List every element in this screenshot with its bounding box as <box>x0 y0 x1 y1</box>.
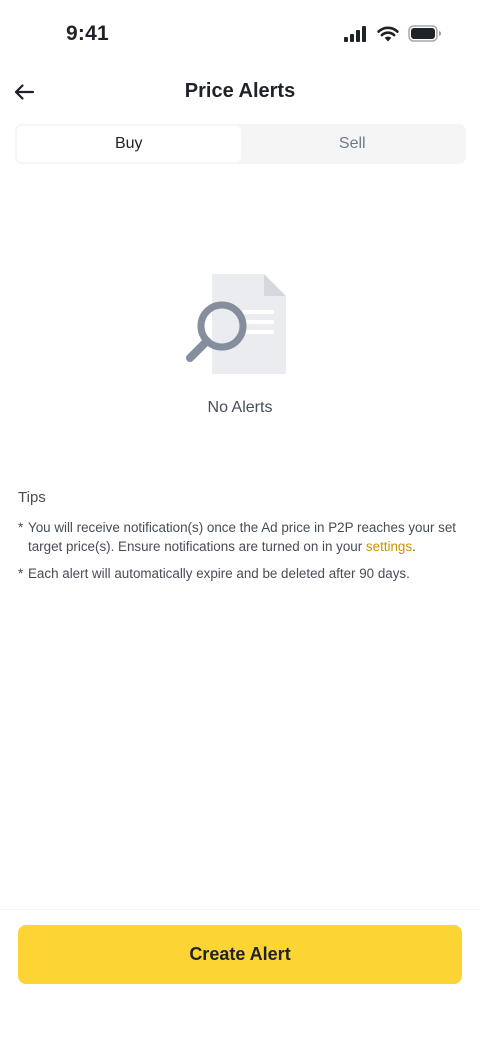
tip-text: Each alert will automatically expire and… <box>28 566 410 581</box>
bottom-divider <box>0 909 480 910</box>
empty-state-text: No Alerts <box>207 399 273 416</box>
settings-link[interactable]: settings <box>366 539 412 554</box>
tip-suffix: . <box>412 539 416 554</box>
status-icons <box>344 25 442 47</box>
tip-bullet: * <box>18 520 24 535</box>
tab-buy[interactable]: Buy <box>17 126 241 162</box>
tab-bar: Buy Sell <box>15 124 466 164</box>
page-title: Price Alerts <box>184 80 296 102</box>
signal-icon <box>344 25 368 47</box>
header: Price Alerts <box>0 72 480 116</box>
status-time: 9:41 <box>66 22 109 45</box>
document-search-icon <box>180 270 300 380</box>
tip-item: * Each alert will automatically expire an… <box>18 564 458 583</box>
tips-section: Tips * You will receive notification(s) o… <box>18 489 458 591</box>
tips-title: Tips <box>18 489 46 506</box>
tab-sell[interactable]: Sell <box>241 126 465 162</box>
status-bar: 9:41 <box>0 0 480 72</box>
create-alert-button[interactable]: Create Alert <box>18 925 462 984</box>
battery-icon <box>408 25 442 47</box>
tip-item: * You will receive notification(s) once t… <box>18 518 458 556</box>
wifi-icon <box>377 26 399 47</box>
tip-bullet: * <box>18 566 24 581</box>
